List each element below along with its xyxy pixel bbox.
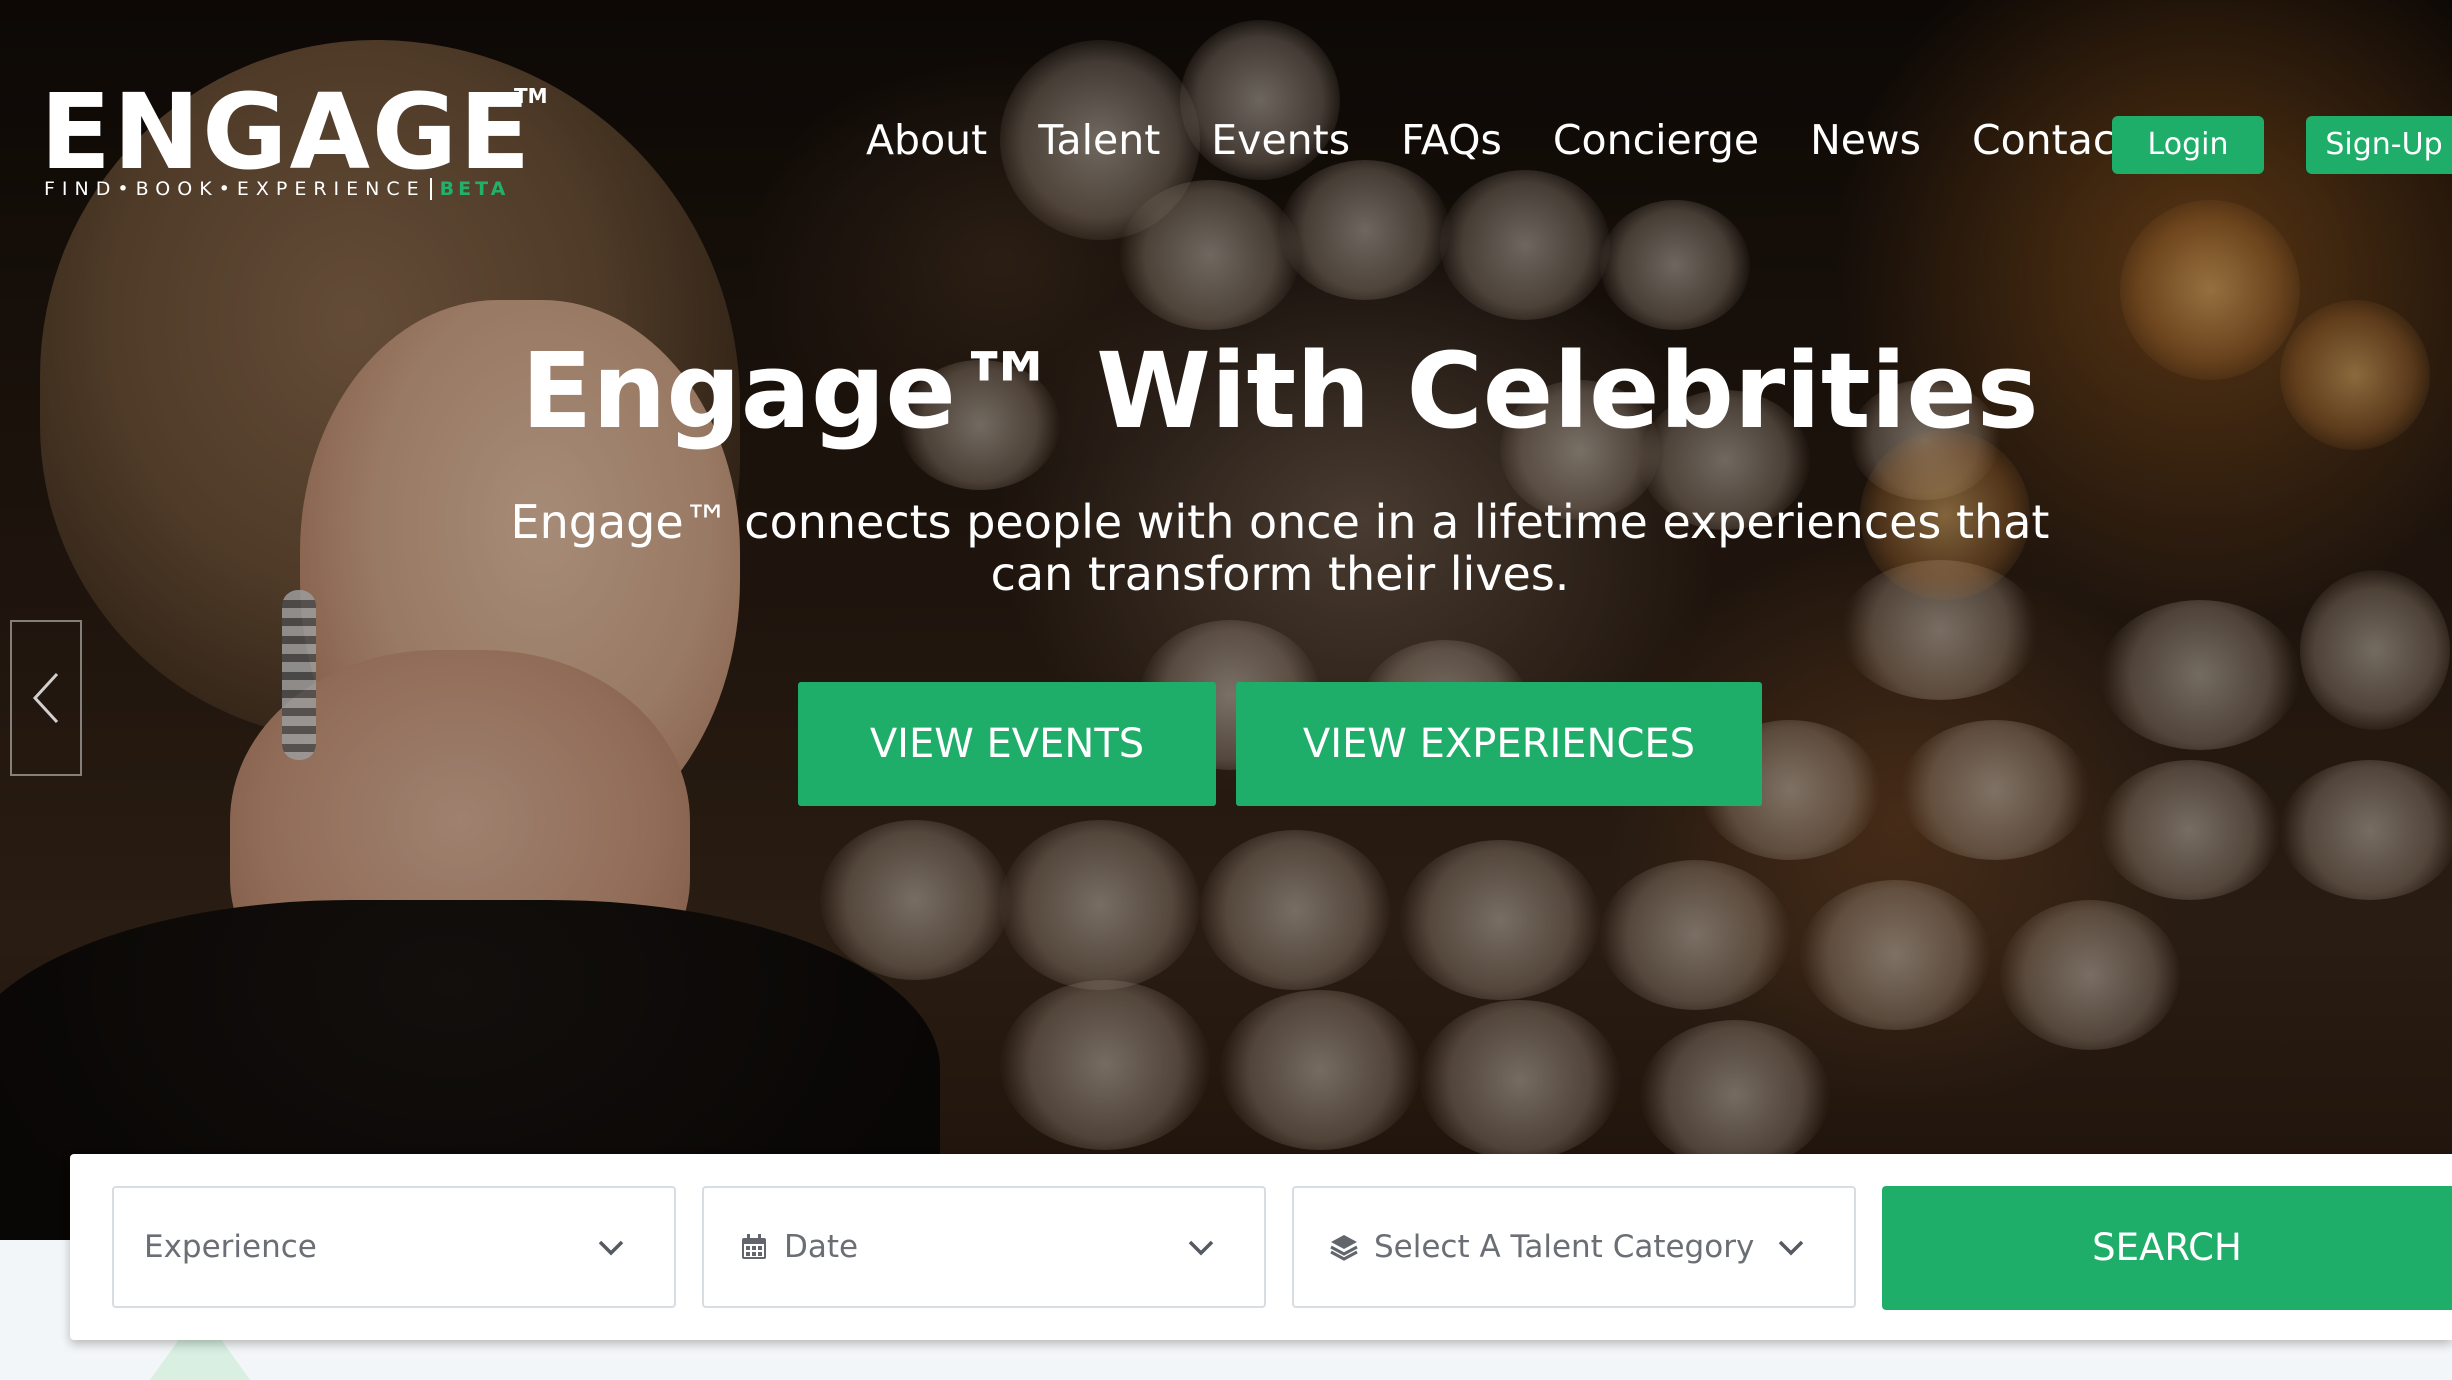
search-bar: Experience Date Select A Talent Category… xyxy=(70,1154,2452,1340)
signup-button[interactable]: Sign-Up xyxy=(2306,116,2452,174)
nav-link-concierge[interactable]: Concierge xyxy=(1553,110,1759,170)
nav-link-events[interactable]: Events xyxy=(1211,110,1350,170)
hero-title: Engage™ With Celebrities xyxy=(521,330,2039,452)
view-experiences-button[interactable]: VIEW EXPERIENCES xyxy=(1236,682,1762,806)
layers-icon xyxy=(1330,1235,1358,1261)
beta-badge: BETA xyxy=(429,178,510,200)
calendar-icon xyxy=(742,1234,766,1259)
nav-link-news[interactable]: News xyxy=(1810,110,1921,170)
nav-link-talent[interactable]: Talent xyxy=(1038,110,1160,170)
nav-link-about[interactable]: About xyxy=(866,110,987,170)
hero-subtitle: Engage™ connects people with once in a l… xyxy=(510,495,2050,601)
experience-select[interactable]: Experience xyxy=(112,1186,676,1308)
main-nav: About Talent Events FAQs Concierge News … xyxy=(866,110,2182,170)
logo-trademark: TM xyxy=(514,84,548,108)
tagline-text: FIND•BOOK•EXPERIENCE xyxy=(44,178,426,200)
talent-category-select[interactable]: Select A Talent Category xyxy=(1292,1186,1856,1308)
nav-link-faqs[interactable]: FAQs xyxy=(1401,110,1502,170)
talent-category-label: Select A Talent Category xyxy=(1374,1229,1755,1265)
logo-wordmark: ENGAGE xyxy=(40,71,533,193)
experience-select-label: Experience xyxy=(144,1229,317,1265)
brand-logo[interactable]: ENGAGE TM FIND•BOOK•EXPERIENCE BETA xyxy=(40,80,560,200)
login-button[interactable]: Login xyxy=(2112,116,2264,174)
chevron-left-icon xyxy=(32,672,59,724)
chevron-down-icon xyxy=(1188,1240,1214,1256)
page: ENGAGE TM FIND•BOOK•EXPERIENCE BETA About… xyxy=(0,0,2452,1380)
logo-tagline: FIND•BOOK•EXPERIENCE BETA xyxy=(44,178,510,200)
chevron-down-icon xyxy=(598,1240,624,1256)
carousel-prev-button[interactable] xyxy=(10,620,82,776)
nav-link-contact[interactable]: Contact xyxy=(1972,110,2132,170)
search-button[interactable]: SEARCH xyxy=(1882,1186,2452,1310)
date-select-label: Date xyxy=(784,1229,859,1265)
date-select[interactable]: Date xyxy=(702,1186,1266,1308)
chevron-down-icon xyxy=(1778,1240,1804,1256)
view-events-button[interactable]: VIEW EVENTS xyxy=(798,682,1216,806)
